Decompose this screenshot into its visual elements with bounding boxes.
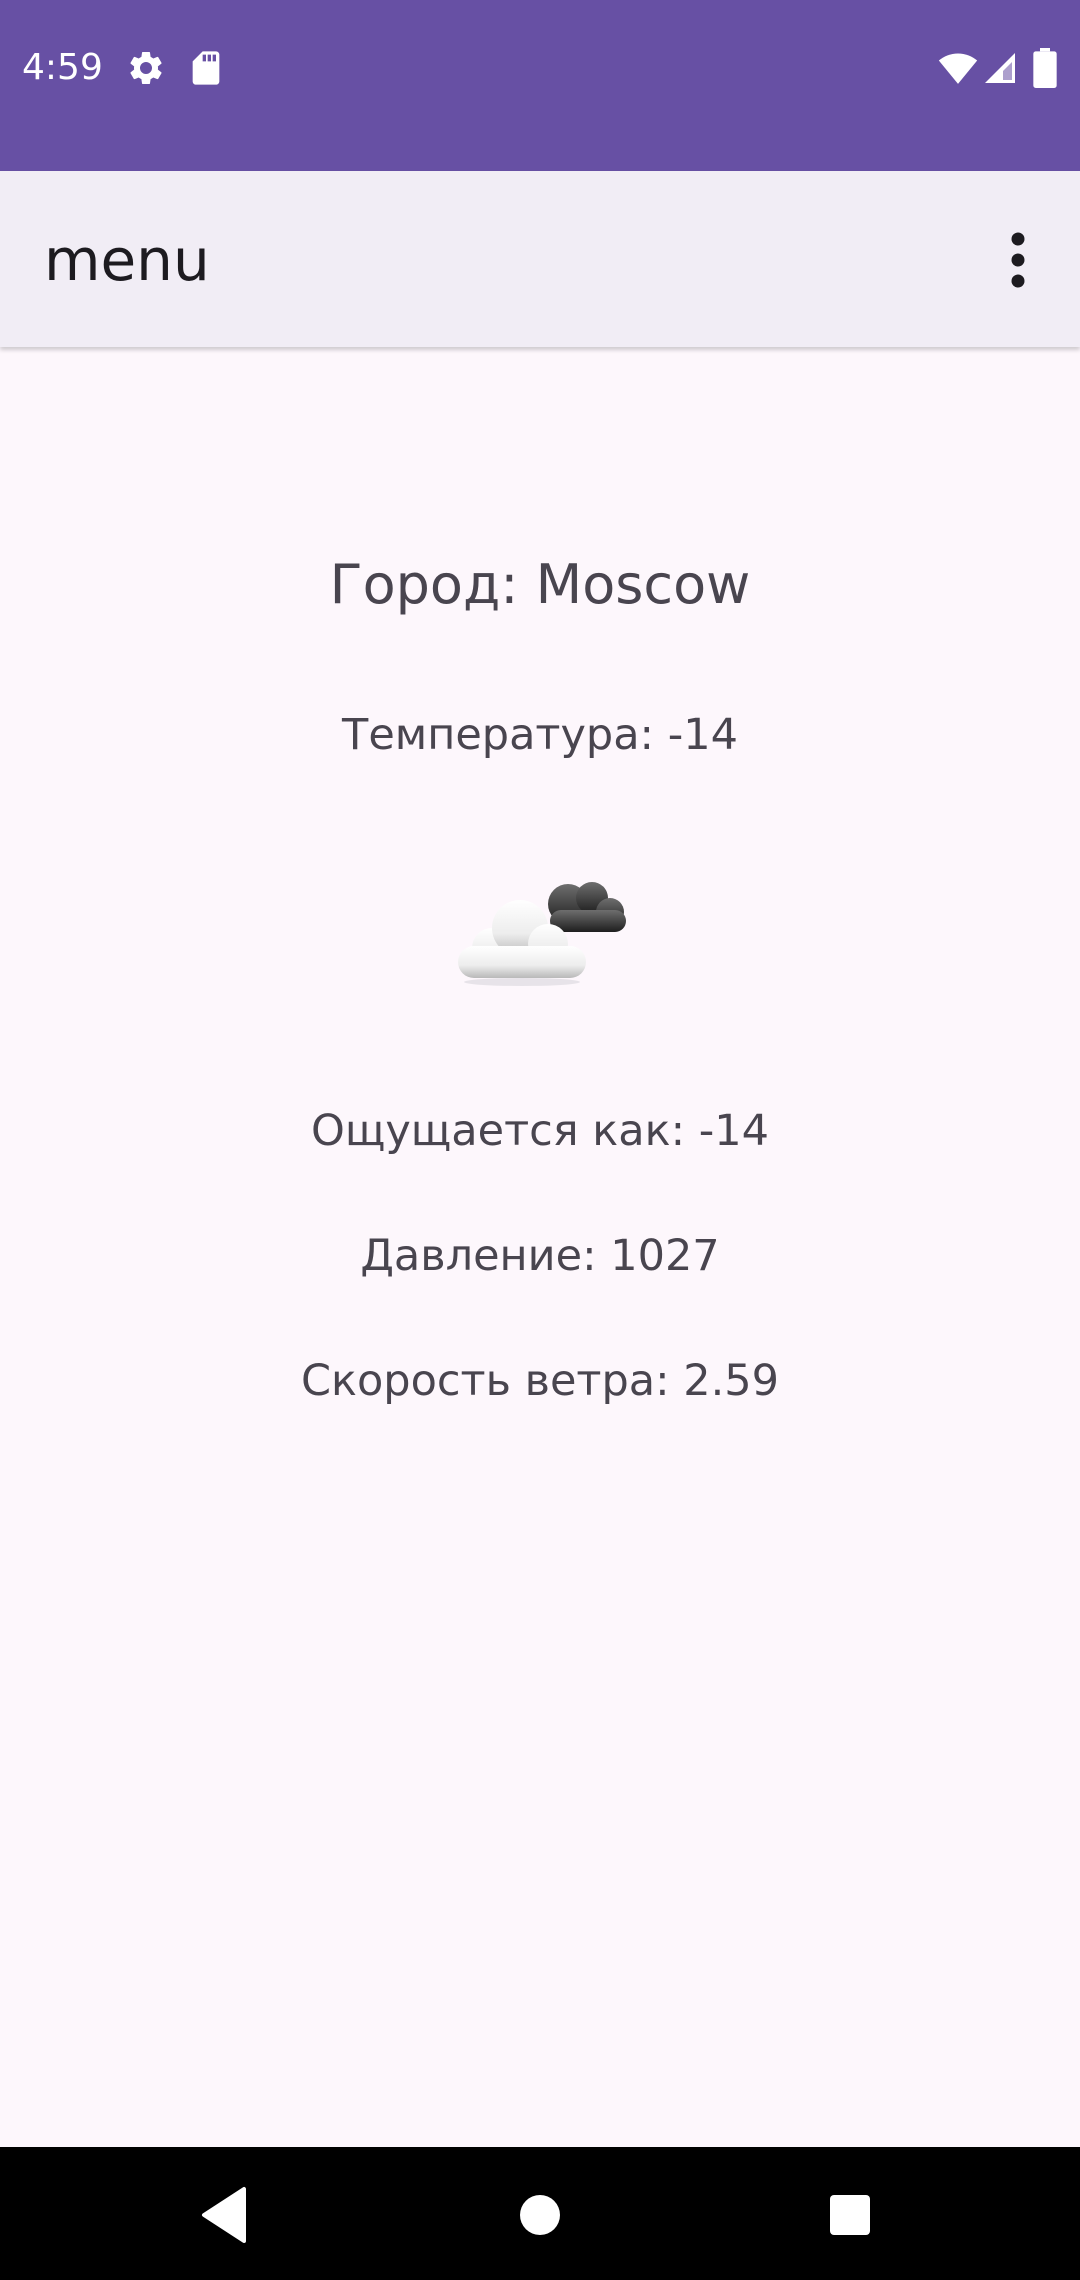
wind-speed-label: Скорость ветра: 2.59 xyxy=(301,1356,779,1406)
cellular-signal-icon xyxy=(985,53,1015,83)
more-vert-icon xyxy=(1011,232,1025,288)
battery-icon xyxy=(1033,48,1057,88)
back-icon xyxy=(202,2187,246,2243)
status-bar: 4:59 xyxy=(0,0,1080,171)
sd-card-icon xyxy=(192,51,220,85)
partly-cloudy-icon xyxy=(458,882,626,986)
home-icon xyxy=(520,2195,560,2235)
home-button[interactable] xyxy=(500,2177,580,2253)
navigation-bar xyxy=(0,2147,1080,2280)
app-title: menu xyxy=(44,226,210,294)
weather-content: Город: Moscow Температура: -14 Ощущается… xyxy=(0,347,1080,2147)
wifi-icon xyxy=(938,53,978,84)
temperature-label: Температура: -14 xyxy=(342,710,738,760)
status-time: 4:59 xyxy=(22,47,103,88)
settings-gear-icon xyxy=(130,51,162,84)
pressure-label: Давление: 1027 xyxy=(360,1231,720,1281)
overflow-menu-button[interactable] xyxy=(978,215,1058,305)
recents-button[interactable] xyxy=(810,2177,890,2253)
feels-like-label: Ощущается как: -14 xyxy=(310,1106,769,1156)
city-label: Город: Moscow xyxy=(329,553,751,616)
recents-icon xyxy=(830,2195,870,2235)
app-bar: menu xyxy=(0,171,1080,347)
back-button[interactable] xyxy=(186,2177,266,2253)
